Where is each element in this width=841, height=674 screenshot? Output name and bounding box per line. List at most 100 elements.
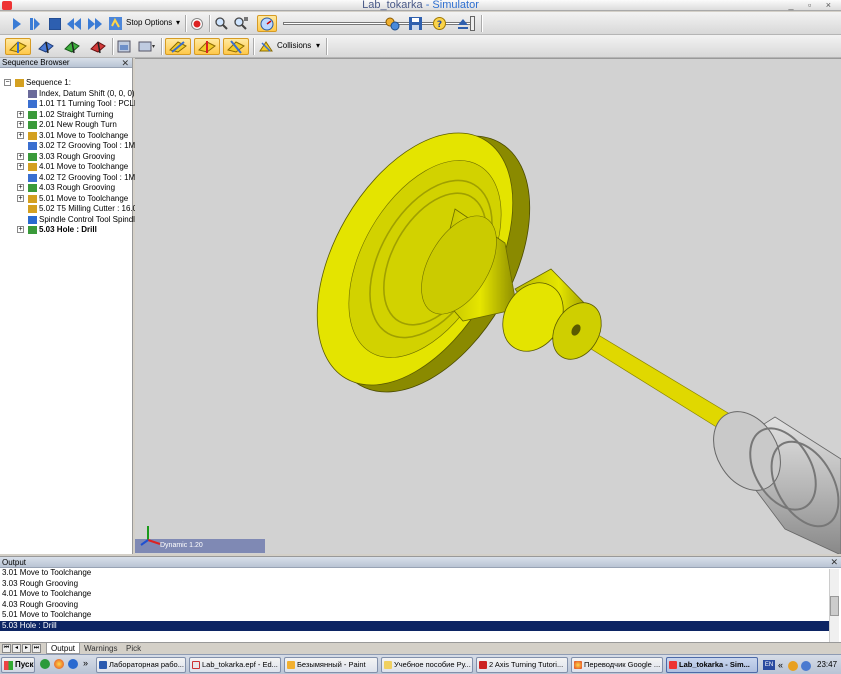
- machine-view-button[interactable]: [87, 38, 109, 55]
- toolpath-all-button[interactable]: [223, 38, 249, 55]
- network-icon[interactable]: [801, 661, 811, 671]
- part-blue-icon: [38, 40, 54, 53]
- step-button[interactable]: [28, 15, 42, 32]
- expand-icon[interactable]: +: [17, 184, 24, 191]
- operation-icon: [28, 152, 37, 161]
- output-line[interactable]: 4.01 Move to Toolchange: [0, 589, 829, 600]
- task-translator[interactable]: Переводчик Google ...: [571, 657, 663, 673]
- sequence-item[interactable]: +5.03 Hole : Drill: [17, 225, 97, 235]
- collisions-label[interactable]: Collisions: [277, 41, 311, 50]
- quicklaunch-browser-icon[interactable]: [68, 659, 78, 669]
- expand-icon[interactable]: +: [17, 152, 24, 160]
- pdf-icon: [479, 661, 487, 669]
- output-line[interactable]: 5.01 Move to Toolchange: [0, 610, 829, 621]
- sequence-item[interactable]: 1.01 T1 Turning Tool : PCLN: [28, 99, 140, 109]
- sequence-item[interactable]: − Sequence 1:: [4, 78, 71, 88]
- record-button[interactable]: [189, 15, 205, 32]
- sequence-item-label: 3.02 T2 Grooving Tool : 1MM: [39, 141, 142, 150]
- simulation-viewport[interactable]: Dynamic 1.20: [135, 58, 841, 554]
- sequence-browser-close-button[interactable]: ✕: [121, 58, 129, 68]
- window-controls[interactable]: _ ▫ ×: [789, 0, 837, 10]
- toolpath-display-button[interactable]: [165, 38, 191, 55]
- task-folder[interactable]: Учебное пособие Ру...: [381, 657, 473, 673]
- tab-first-button[interactable]: ⏮: [2, 644, 11, 653]
- task-pdf[interactable]: 2 Axis Turning Tutori...: [476, 657, 568, 673]
- section-view-button[interactable]: [136, 38, 158, 55]
- speed-control-button[interactable]: [257, 15, 277, 32]
- windows-taskbar: Пуск » Лабораторная рабо... Lab_tokarka.…: [0, 654, 841, 674]
- task-editor[interactable]: Lab_tokarka.epf - Ed...: [189, 657, 281, 673]
- output-line[interactable]: 3.03 Rough Grooving: [0, 579, 829, 590]
- output-header: Output ✕: [0, 557, 841, 568]
- start-button[interactable]: Пуск: [1, 657, 35, 673]
- output-title: Output: [2, 558, 27, 567]
- step-icon: [30, 17, 40, 30]
- help-button[interactable]: ?: [431, 15, 447, 32]
- collapse-icon[interactable]: −: [4, 79, 11, 86]
- sequence-item[interactable]: +2.01 New Rough Turn: [17, 120, 117, 130]
- stop-options-icon-button[interactable]: [107, 15, 123, 32]
- tray-expand[interactable]: «: [778, 657, 783, 673]
- fixture-view-button[interactable]: [61, 38, 83, 55]
- sequence-item[interactable]: 5.02 T5 Milling Cutter : 16.0 M: [28, 204, 146, 214]
- language-indicator[interactable]: EN: [763, 660, 775, 670]
- tab-output[interactable]: Output: [46, 643, 81, 654]
- operation-icon: [28, 100, 37, 108]
- task-lab-work[interactable]: Лабораторная рабо...: [96, 657, 186, 673]
- output-line[interactable]: 4.03 Rough Grooving: [0, 600, 829, 611]
- quicklaunch-more[interactable]: »: [83, 658, 88, 668]
- quicklaunch-app-icon[interactable]: [40, 659, 50, 669]
- expand-icon[interactable]: +: [17, 121, 24, 128]
- sequence-item[interactable]: Spindle Control Tool Spindle (: [28, 215, 144, 225]
- tab-next-button[interactable]: ▸: [22, 644, 31, 653]
- tray-app-icon[interactable]: [788, 661, 798, 671]
- expand-icon[interactable]: +: [17, 110, 24, 118]
- expand-icon[interactable]: +: [17, 194, 24, 202]
- expand-icon[interactable]: +: [17, 131, 24, 139]
- tool-view-button[interactable]: [5, 38, 31, 55]
- stock-view-button[interactable]: [35, 38, 57, 55]
- sequence-item[interactable]: +3.03 Rough Grooving: [17, 152, 115, 162]
- eject-button[interactable]: [455, 15, 471, 32]
- output-scrollbar[interactable]: [829, 569, 839, 642]
- sequence-item[interactable]: 3.02 T2 Grooving Tool : 1MM: [28, 141, 142, 151]
- output-close-button[interactable]: ✕: [830, 557, 838, 568]
- stop-options-label[interactable]: Stop Options: [126, 18, 172, 27]
- sequence-item[interactable]: +4.03 Rough Grooving: [17, 183, 115, 193]
- toolpath-segment-button[interactable]: [194, 38, 220, 55]
- expand-icon[interactable]: +: [17, 226, 24, 233]
- sequence-item[interactable]: +1.02 Straight Turning: [17, 110, 113, 120]
- tab-prev-button[interactable]: ◂: [12, 644, 21, 653]
- output-scrollbar-thumb[interactable]: [830, 596, 839, 616]
- expand-icon[interactable]: +: [17, 163, 24, 170]
- zoom-fit-button[interactable]: [233, 15, 249, 32]
- sequence-item[interactable]: +3.01 Move to Toolchange: [17, 131, 128, 141]
- settings-button[interactable]: [383, 15, 401, 32]
- collisions-dropdown-arrow[interactable]: ▾: [316, 41, 320, 50]
- sequence-browser-title: Sequence Browser: [2, 58, 70, 67]
- output-line[interactable]: 3.01 Move to Toolchange: [0, 568, 829, 579]
- task-paint[interactable]: Безымянный - Paint: [284, 657, 378, 673]
- tab-pick[interactable]: Pick: [122, 643, 145, 654]
- sequence-item[interactable]: +5.01 Move to Toolchange: [17, 194, 128, 204]
- sequence-item[interactable]: +4.01 Move to Toolchange: [17, 162, 128, 172]
- save-button[interactable]: [407, 15, 423, 32]
- collisions-icon-button[interactable]: [258, 38, 274, 55]
- fast-forward-button[interactable]: [87, 15, 103, 32]
- display-mode-icon: [117, 40, 131, 53]
- rewind-button[interactable]: [66, 15, 82, 32]
- sequence-item[interactable]: 4.02 T2 Grooving Tool : 1MM: [28, 173, 142, 183]
- tab-last-button[interactable]: ⏭: [32, 644, 41, 653]
- sequence-item[interactable]: Index, Datum Shift (0, 0, 0): [28, 89, 135, 99]
- stop-button[interactable]: [47, 15, 63, 32]
- chrome-icon[interactable]: [54, 659, 64, 669]
- zoom-button[interactable]: [213, 15, 229, 32]
- stop-options-dropdown-arrow[interactable]: ▾: [176, 18, 180, 27]
- tab-warnings[interactable]: Warnings: [80, 643, 122, 654]
- task-label: Учебное пособие Ру...: [394, 660, 471, 669]
- play-button[interactable]: [10, 15, 24, 32]
- task-simulator[interactable]: Lab_tokarka - Sim...: [666, 657, 758, 673]
- display-mode-button[interactable]: [116, 38, 132, 55]
- sequence-item-label: 5.02 T5 Milling Cutter : 16.0 M: [39, 204, 147, 213]
- output-line[interactable]: 5.03 Hole : Drill: [0, 620, 829, 631]
